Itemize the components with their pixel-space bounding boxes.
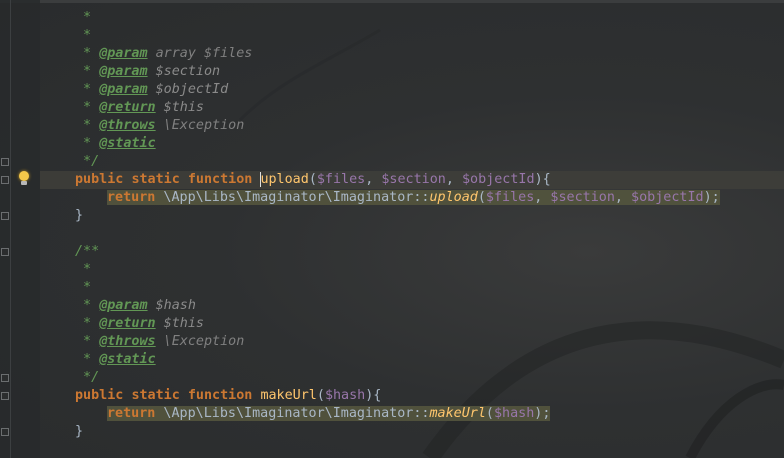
code-line: * @static	[75, 136, 156, 151]
code-line: * @static	[75, 352, 156, 367]
code-line: *	[75, 28, 92, 43]
code-line: * @param $objectId	[75, 82, 229, 97]
highlighted-statement: return \App\Libs\Imaginator\Imaginator::…	[107, 406, 551, 421]
code-line: return \App\Libs\Imaginator\Imaginator::…	[107, 405, 551, 423]
code-line: * @return $this	[75, 100, 204, 115]
code-editor[interactable]: * * * @param array $files * @param $sect…	[0, 0, 784, 458]
function-name: upload	[260, 172, 309, 187]
code-line: public static function makeUrl($hash){	[75, 388, 382, 403]
code-line: */	[75, 370, 100, 385]
highlighted-statement: return \App\Libs\Imaginator\Imaginator::…	[107, 190, 720, 205]
code-line: *	[75, 10, 92, 25]
doc-tag: @param	[99, 64, 148, 79]
code-line: *	[75, 262, 92, 277]
code-line: }	[75, 424, 84, 439]
code-line: * @param array $files	[75, 46, 253, 61]
code-area[interactable]: * * * @param array $files * @param $sect…	[0, 0, 784, 458]
doc-tag: @throws	[99, 334, 156, 349]
code-line: }	[75, 208, 84, 223]
doc-tag: @param	[99, 298, 148, 313]
doc-tag: @param	[99, 46, 148, 61]
doc-tag: @static	[99, 136, 156, 151]
code-line: *	[75, 280, 92, 295]
doc-tag: @param	[99, 82, 148, 97]
code-line: * @param $hash	[75, 298, 196, 313]
code-line: return \App\Libs\Imaginator\Imaginator::…	[107, 189, 720, 207]
code-line: /**	[75, 244, 100, 259]
doc-tag: @static	[99, 352, 156, 367]
code-line: * @throws \Exception	[75, 334, 245, 349]
code-line: */	[75, 154, 100, 169]
doc-tag: @throws	[99, 118, 156, 133]
doc-tag: @return	[99, 100, 156, 115]
code-line: * @param $section	[75, 64, 221, 79]
function-name: makeUrl	[260, 388, 317, 403]
code-line: * @throws \Exception	[75, 118, 245, 133]
code-line: * @return $this	[75, 316, 204, 331]
doc-tag: @return	[99, 316, 156, 331]
code-line: public static function upload($files, $s…	[75, 171, 551, 187]
